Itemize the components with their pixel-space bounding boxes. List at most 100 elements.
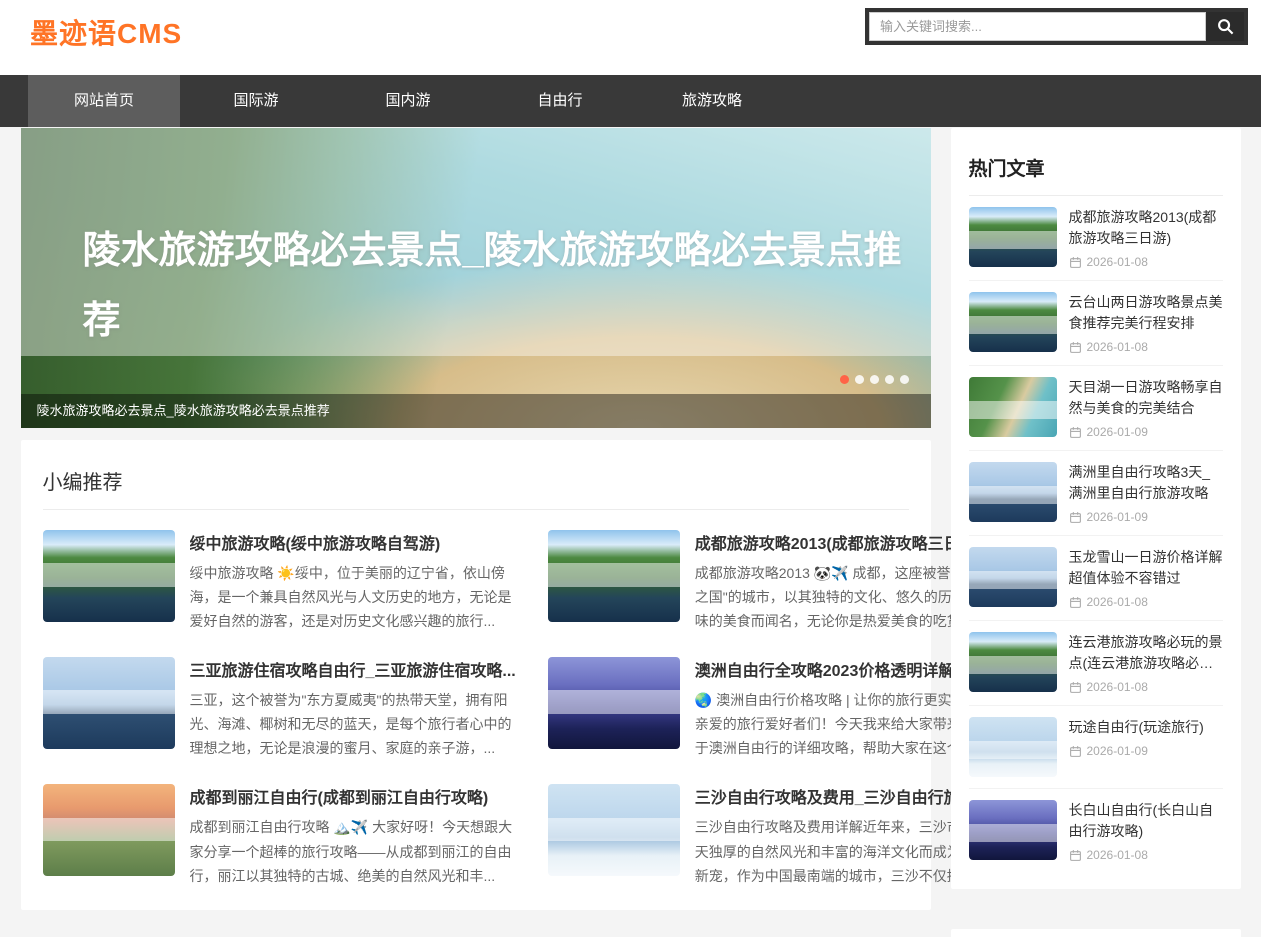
date-text: 2026-01-08 xyxy=(1087,340,1148,354)
article-title[interactable]: 连云港旅游攻略必玩的景点(连云港旅游攻略必玩的景点) xyxy=(1069,632,1223,674)
article-excerpt: 三亚，这个被誉为"东方夏威夷"的热带天堂，拥有阳光、海滩、椰树和无尽的蓝天，是每… xyxy=(190,688,516,760)
date-text: 2026-01-09 xyxy=(1087,510,1148,524)
article-date: 2026-01-08 xyxy=(1069,848,1223,862)
date-text: 2026-01-08 xyxy=(1087,595,1148,609)
calendar-icon xyxy=(1069,426,1082,439)
article-thumbnail xyxy=(969,632,1057,692)
main-column: 陵水旅游攻略必去景点_陵水旅游攻略必去景点推荐 陵水旅游攻略必去景点_陵水旅游攻… xyxy=(21,128,931,937)
article-body: 云台山两日游攻略景点美食推荐完美行程安排 2026-01-08 xyxy=(1069,292,1223,354)
article-date: 2026-01-09 xyxy=(1069,744,1223,758)
page-container: 陵水旅游攻略必去景点_陵水旅游攻略必去景点推荐 陵水旅游攻略必去景点_陵水旅游攻… xyxy=(21,127,1241,937)
article-excerpt: 成都到丽江自由行攻略 🏔️✈️ 大家好呀！今天想跟大家分享一个超棒的旅行攻略——… xyxy=(190,815,516,887)
article-body: 长白山自由行(长白山自由行游攻略) 2026-01-08 xyxy=(1069,800,1223,862)
article-thumbnail xyxy=(969,207,1057,267)
hot-article-item[interactable]: 云台山两日游攻略景点美食推荐完美行程安排 2026-01-08 xyxy=(969,281,1223,366)
article-excerpt: 绥中旅游攻略 ☀️绥中，位于美丽的辽宁省，依山傍海，是一个兼具自然风光与人文历史… xyxy=(190,561,516,633)
date-text: 2026-01-09 xyxy=(1087,425,1148,439)
article-item[interactable]: 绥中旅游攻略(绥中旅游攻略自驾游) 绥中旅游攻略 ☀️绥中，位于美丽的辽宁省，依… xyxy=(43,530,516,633)
article-title[interactable]: 绥中旅游攻略(绥中旅游攻略自驾游) xyxy=(190,530,516,554)
hot-articles-panel: 热门文章 成都旅游攻略2013(成都旅游攻略三日游) 2026-01-08 云台… xyxy=(951,128,1241,889)
article-thumbnail xyxy=(969,800,1057,860)
search-button[interactable] xyxy=(1206,12,1244,41)
hot-article-item[interactable]: 成都旅游攻略2013(成都旅游攻略三日游) 2026-01-08 xyxy=(969,196,1223,281)
article-body: 成都旅游攻略2013(成都旅游攻略三日游) 2026-01-08 xyxy=(1069,207,1223,269)
article-date: 2026-01-08 xyxy=(1069,255,1223,269)
article-body: 绥中旅游攻略(绥中旅游攻略自驾游) 绥中旅游攻略 ☀️绥中，位于美丽的辽宁省，依… xyxy=(190,530,516,633)
article-title[interactable]: 成都旅游攻略2013(成都旅游攻略三日游) xyxy=(1069,207,1223,249)
article-body: 天目湖一日游攻略畅享自然与美食的完美结合 2026-01-09 xyxy=(1069,377,1223,439)
date-text: 2026-01-08 xyxy=(1087,848,1148,862)
hot-articles-heading: 热门文章 xyxy=(969,144,1223,196)
carousel-dot[interactable] xyxy=(885,375,894,384)
calendar-icon xyxy=(1069,511,1082,524)
hot-article-item[interactable]: 玉龙雪山一日游价格详解超值体验不容错过 2026-01-08 xyxy=(969,536,1223,621)
article-title[interactable]: 满洲里自由行攻略3天_满洲里自由行旅游攻略 xyxy=(1069,462,1223,504)
latest-articles-panel: 最新文章 xyxy=(951,929,1241,937)
nav-item-home[interactable]: 网站首页 xyxy=(28,75,180,127)
search-bar xyxy=(865,8,1248,45)
recommend-section: 小编推荐 绥中旅游攻略(绥中旅游攻略自驾游) 绥中旅游攻略 ☀️绥中，位于美丽的… xyxy=(21,440,931,910)
calendar-icon xyxy=(1069,745,1082,758)
article-item[interactable]: 三沙自由行攻略及费用_三沙自由行旅行攻略 三沙自由行攻略及费用详解近年来，三沙市… xyxy=(548,784,1008,887)
hot-article-item[interactable]: 长白山自由行(长白山自由行游攻略) 2026-01-08 xyxy=(969,789,1223,873)
article-date: 2026-01-08 xyxy=(1069,595,1223,609)
site-logo[interactable]: 墨迹语CMS xyxy=(30,12,182,52)
nav-item-guides[interactable]: 旅游攻略 xyxy=(636,75,788,127)
site-header: 墨迹语CMS xyxy=(0,0,1261,75)
article-body: 满洲里自由行攻略3天_满洲里自由行旅游攻略 2026-01-09 xyxy=(1069,462,1223,524)
carousel-slide-title: 陵水旅游攻略必去景点_陵水旅游攻略必去景点推荐 xyxy=(83,216,903,357)
main-nav: 网站首页 国际游 国内游 自由行 旅游攻略 xyxy=(0,75,1261,127)
article-item[interactable]: 成都到丽江自由行(成都到丽江自由行攻略) 成都到丽江自由行攻略 🏔️✈️ 大家好… xyxy=(43,784,516,887)
article-date: 2026-01-08 xyxy=(1069,680,1223,694)
article-thumbnail xyxy=(969,717,1057,777)
carousel-dot[interactable] xyxy=(900,375,909,384)
search-icon xyxy=(1217,18,1234,35)
hero-carousel[interactable]: 陵水旅游攻略必去景点_陵水旅游攻略必去景点推荐 陵水旅游攻略必去景点_陵水旅游攻… xyxy=(21,128,931,428)
article-thumbnail xyxy=(969,462,1057,522)
article-thumbnail xyxy=(969,377,1057,437)
hot-article-item[interactable]: 玩途自由行(玩途旅行) 2026-01-09 xyxy=(969,706,1223,789)
search-input[interactable] xyxy=(869,12,1206,41)
article-date: 2026-01-08 xyxy=(1069,340,1223,354)
article-body: 三亚旅游住宿攻略自由行_三亚旅游住宿攻略... 三亚，这个被誉为"东方夏威夷"的… xyxy=(190,657,516,760)
article-title[interactable]: 成都到丽江自由行(成都到丽江自由行攻略) xyxy=(190,784,516,808)
article-thumbnail xyxy=(548,530,680,622)
carousel-dots xyxy=(840,375,909,384)
article-title[interactable]: 玉龙雪山一日游价格详解超值体验不容错过 xyxy=(1069,547,1223,589)
article-item[interactable]: 成都旅游攻略2013(成都旅游攻略三日游) 成都旅游攻略2013 🐼✈️ 成都，… xyxy=(548,530,1008,633)
nav-item-international[interactable]: 国际游 xyxy=(180,75,332,127)
nav-item-domestic[interactable]: 国内游 xyxy=(332,75,484,127)
article-thumbnail xyxy=(969,292,1057,352)
recommend-grid: 绥中旅游攻略(绥中旅游攻略自驾游) 绥中旅游攻略 ☀️绥中，位于美丽的辽宁省，依… xyxy=(43,530,909,888)
article-title[interactable]: 长白山自由行(长白山自由行游攻略) xyxy=(1069,800,1223,842)
article-title[interactable]: 天目湖一日游攻略畅享自然与美食的完美结合 xyxy=(1069,377,1223,419)
carousel-dot[interactable] xyxy=(855,375,864,384)
article-title[interactable]: 云台山两日游攻略景点美食推荐完美行程安排 xyxy=(1069,292,1223,334)
article-item[interactable]: 澳洲自由行全攻略2023价格透明详解 🌏 澳洲自由行价格攻略 | 让你的旅行更实… xyxy=(548,657,1008,760)
calendar-icon xyxy=(1069,341,1082,354)
carousel-dot[interactable] xyxy=(870,375,879,384)
article-item[interactable]: 三亚旅游住宿攻略自由行_三亚旅游住宿攻略... 三亚，这个被誉为"东方夏威夷"的… xyxy=(43,657,516,760)
article-body: 连云港旅游攻略必玩的景点(连云港旅游攻略必玩的景点) 2026-01-08 xyxy=(1069,632,1223,694)
recommend-heading: 小编推荐 xyxy=(43,460,909,510)
carousel-dot[interactable] xyxy=(840,375,849,384)
sidebar: 热门文章 成都旅游攻略2013(成都旅游攻略三日游) 2026-01-08 云台… xyxy=(951,128,1241,937)
article-thumbnail xyxy=(43,657,175,749)
hot-article-item[interactable]: 天目湖一日游攻略畅享自然与美食的完美结合 2026-01-09 xyxy=(969,366,1223,451)
article-title[interactable]: 三亚旅游住宿攻略自由行_三亚旅游住宿攻略... xyxy=(190,657,516,681)
article-thumbnail xyxy=(969,547,1057,607)
carousel-caption[interactable]: 陵水旅游攻略必去景点_陵水旅游攻略必去景点推荐 xyxy=(21,394,931,428)
calendar-icon xyxy=(1069,596,1082,609)
calendar-icon xyxy=(1069,256,1082,269)
hot-article-item[interactable]: 满洲里自由行攻略3天_满洲里自由行旅游攻略 2026-01-09 xyxy=(969,451,1223,536)
nav-item-independent[interactable]: 自由行 xyxy=(484,75,636,127)
article-body: 成都到丽江自由行(成都到丽江自由行攻略) 成都到丽江自由行攻略 🏔️✈️ 大家好… xyxy=(190,784,516,887)
article-thumbnail xyxy=(548,657,680,749)
article-thumbnail xyxy=(548,784,680,876)
hot-article-item[interactable]: 连云港旅游攻略必玩的景点(连云港旅游攻略必玩的景点) 2026-01-08 xyxy=(969,621,1223,706)
article-thumbnail xyxy=(43,530,175,622)
date-text: 2026-01-08 xyxy=(1087,255,1148,269)
calendar-icon xyxy=(1069,681,1082,694)
article-title[interactable]: 玩途自由行(玩途旅行) xyxy=(1069,717,1223,738)
article-thumbnail xyxy=(43,784,175,876)
